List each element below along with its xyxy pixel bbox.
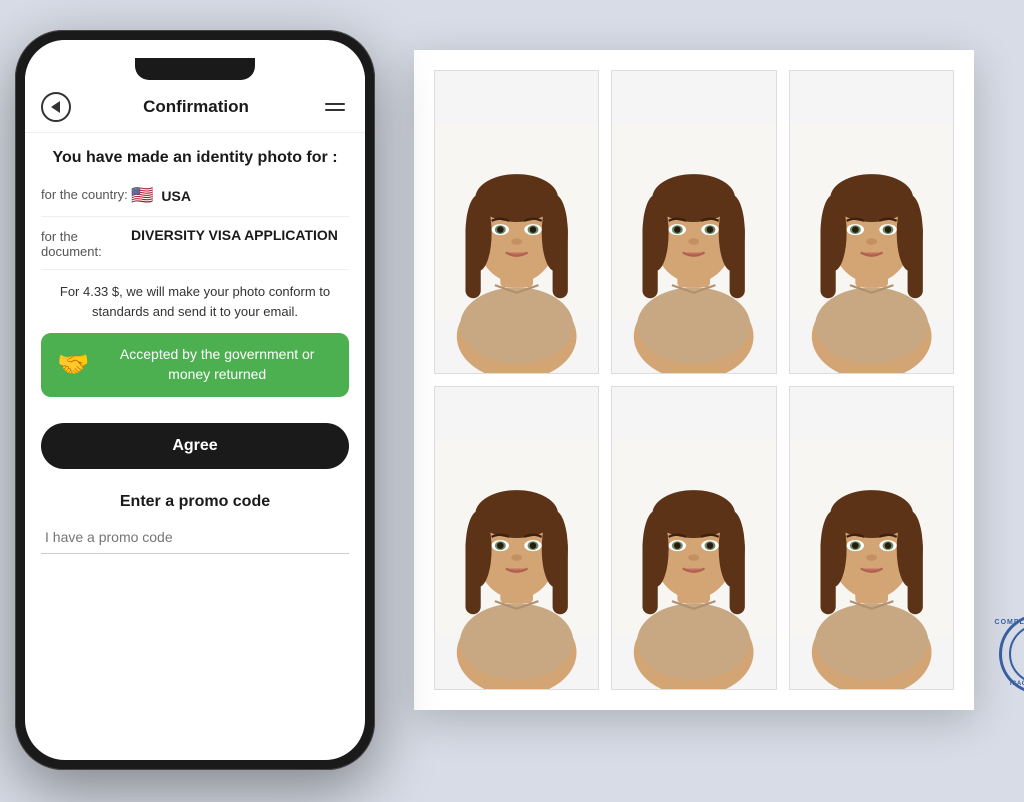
price-text: For 4.33 $, we will make your photo conf…	[41, 282, 349, 321]
country-value: 🇺🇸 USA	[131, 185, 191, 206]
headline-text: You have made an identity photo for :	[41, 147, 349, 169]
stamp-inner: 🌐	[1009, 624, 1024, 684]
document-value: DIVERSITY VISA APPLICATION	[131, 227, 338, 243]
photo-cell-3	[789, 70, 954, 374]
promo-input[interactable]	[41, 521, 349, 554]
back-arrow-icon	[51, 101, 60, 113]
notch-area	[25, 40, 365, 84]
app-header: Confirmation	[25, 84, 365, 133]
photo-cell-1	[434, 70, 599, 374]
photo-cell-4	[434, 386, 599, 690]
photo-sheet-wrapper: N° 82020GA 12/12/2021 Photo/foto PRO ISO…	[414, 50, 1014, 740]
photo-sheet: N° 82020GA 12/12/2021 Photo/foto PRO ISO…	[414, 50, 974, 710]
side-label: N° 82020GA 12/12/2021 Photo/foto PRO ISO…	[974, 50, 1024, 710]
compliant-stamp: 🌐 COMPLIANT PHOTOS ICAO OACI YMAO	[999, 614, 1024, 694]
photo-grid	[434, 70, 954, 690]
photo-cell-5	[611, 386, 776, 690]
flag-icon: 🇺🇸	[131, 185, 153, 206]
phone-mockup: Confirmation You have made an identity p…	[15, 30, 375, 770]
document-label: for the document:	[41, 227, 131, 259]
document-row: for the document: DIVERSITY VISA APPLICA…	[41, 227, 349, 270]
stamp-bottom-text: ICAO OACI YMAO	[1010, 681, 1024, 687]
stamp-arc-text: COMPLIANT PHOTOS	[995, 619, 1024, 626]
phone-inner: Confirmation You have made an identity p…	[25, 40, 365, 760]
country-label: for the country:	[41, 185, 131, 202]
country-name: USA	[161, 188, 191, 204]
guarantee-text: Accepted by the government or money retu…	[101, 345, 333, 384]
handshake-icon: 🤝	[57, 349, 89, 380]
document-name: DIVERSITY VISA APPLICATION	[131, 227, 338, 243]
agree-button[interactable]: Agree	[41, 423, 349, 469]
guarantee-banner: 🤝 Accepted by the government or money re…	[41, 333, 349, 396]
phone-outer: Confirmation You have made an identity p…	[15, 30, 375, 770]
app-content: You have made an identity photo for : fo…	[25, 133, 365, 749]
country-row: for the country: 🇺🇸 USA	[41, 185, 349, 217]
menu-icon	[325, 109, 345, 111]
photo-cell-2	[611, 70, 776, 374]
phone-notch	[135, 58, 255, 80]
menu-button[interactable]	[321, 99, 349, 115]
photo-cell-6	[789, 386, 954, 690]
menu-icon	[325, 103, 345, 105]
header-title: Confirmation	[143, 97, 249, 117]
promo-title: Enter a promo code	[41, 493, 349, 511]
back-button[interactable]	[41, 92, 71, 122]
promo-section: Enter a promo code	[41, 493, 349, 554]
